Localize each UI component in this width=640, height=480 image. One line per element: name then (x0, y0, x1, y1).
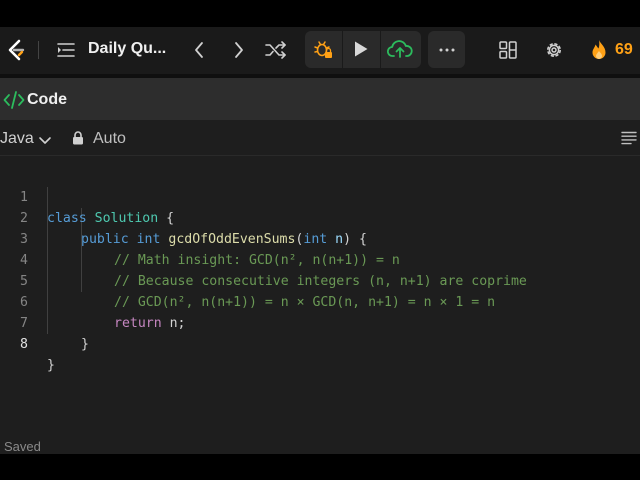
line-number: 8 (20, 337, 28, 352)
auto-mode-label[interactable]: Auto (93, 130, 126, 148)
streak-count[interactable]: 69 (615, 41, 633, 59)
chevron-down-icon[interactable] (38, 133, 52, 145)
chevron-left-icon[interactable] (189, 40, 209, 60)
divider (380, 31, 381, 68)
problem-list-icon[interactable] (56, 40, 76, 60)
lock-icon (72, 131, 84, 145)
code-text: } (81, 337, 89, 352)
top-navbar: Daily Qu... 69 (0, 27, 640, 74)
divider (342, 31, 343, 68)
code-text: } (47, 358, 55, 373)
code-line: 5 // GCD(n², n(n+1)) = n × GCD(n, n+1) =… (0, 250, 640, 310)
code-line: 7 } (0, 292, 640, 352)
language-select[interactable]: Java (0, 130, 34, 148)
shuffle-icon[interactable] (265, 40, 287, 60)
divider (38, 41, 39, 59)
code-editor[interactable]: 1 class Solution { 2 public int gcdOfOdd… (0, 156, 640, 437)
fire-streak-icon[interactable] (589, 38, 609, 62)
more-dots-icon[interactable] (428, 31, 465, 68)
code-line: 6 return n; (0, 271, 640, 331)
run-play-icon[interactable] (351, 38, 371, 60)
layout-grid-icon[interactable] (497, 39, 519, 61)
code-line: 3 // Math insight: GCD(n², n(n+1)) = n (0, 208, 640, 268)
save-status: Saved (4, 439, 41, 454)
submit-cloud-upload-icon[interactable] (386, 38, 414, 60)
debug-icon[interactable] (312, 38, 334, 60)
code-line: 1 class Solution { (0, 166, 640, 226)
code-panel-title[interactable]: Code (27, 91, 67, 109)
editor-footer (0, 437, 640, 454)
chevron-right-icon[interactable] (229, 40, 249, 60)
code-line: 2 public int gcdOfOddEvenSums(int n) { (0, 187, 640, 247)
format-lines-icon[interactable] (621, 131, 637, 145)
code-brackets-icon (3, 90, 25, 110)
leetcode-logo-icon[interactable] (4, 37, 28, 63)
code-panel-header (0, 78, 640, 120)
gear-icon[interactable] (543, 39, 565, 61)
problem-title[interactable]: Daily Qu... (88, 40, 166, 58)
code-line: 8 } (0, 313, 640, 373)
code-line: 4 // Because consecutive integers (n, n+… (0, 229, 640, 289)
